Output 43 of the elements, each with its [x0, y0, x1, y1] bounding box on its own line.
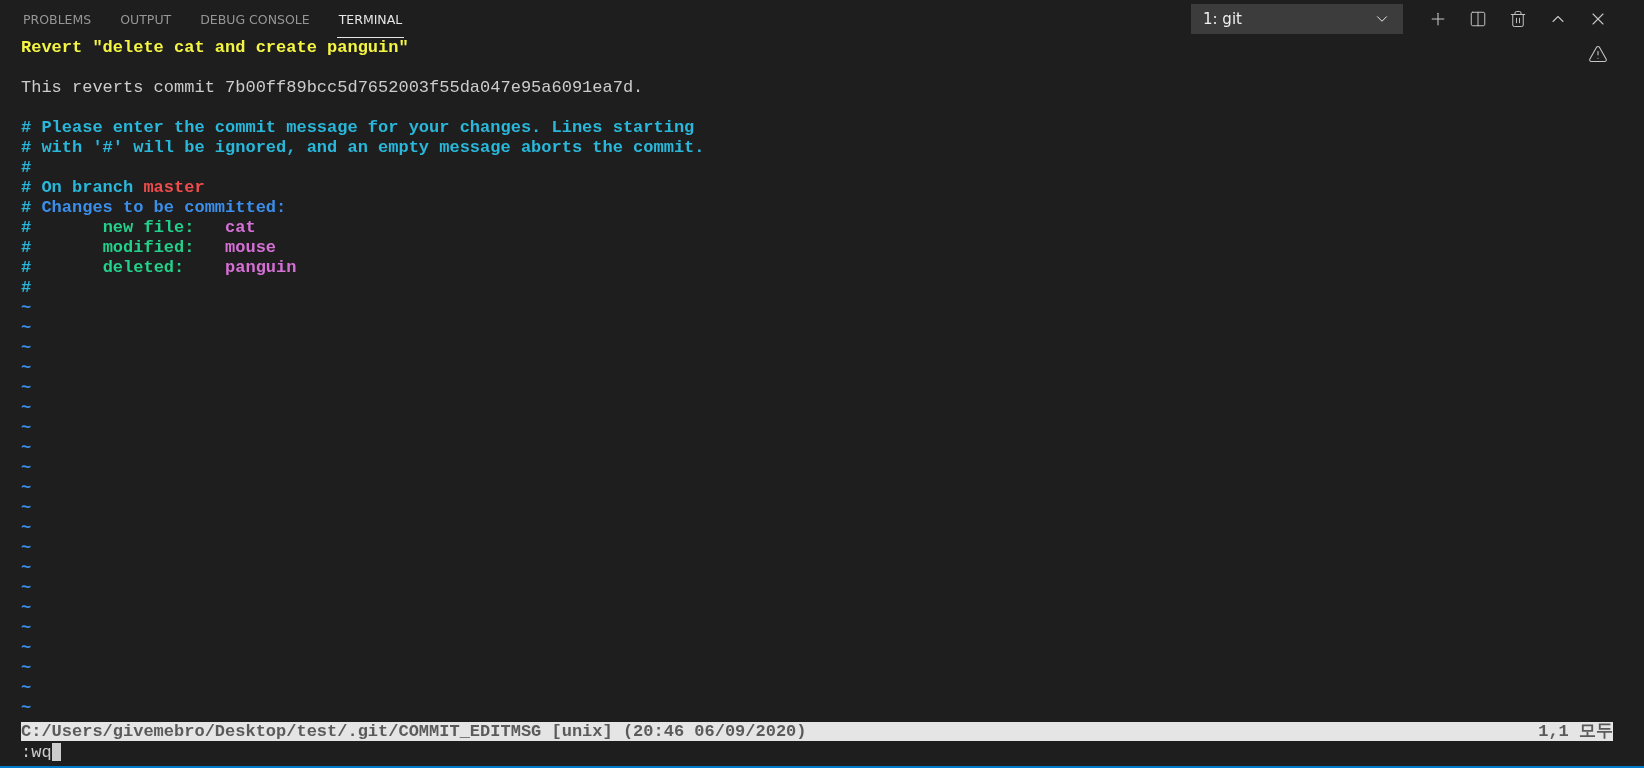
- empty-line-marker: ~: [21, 318, 33, 338]
- empty-line-marker: ~: [21, 638, 33, 658]
- empty-line-marker: ~: [21, 458, 33, 478]
- terminal-line: # On branch master: [21, 178, 206, 198]
- empty-line-marker: ~: [21, 438, 33, 458]
- empty-line-marker: ~: [21, 418, 33, 438]
- empty-line-marker: ~: [21, 598, 33, 618]
- terminal-line: # modified: mouse: [21, 238, 278, 258]
- terminal-line: # Changes to be committed:: [21, 198, 288, 218]
- empty-line-marker: ~: [21, 698, 33, 718]
- empty-line-marker: ~: [21, 478, 33, 498]
- empty-line-marker: ~: [21, 378, 33, 398]
- panel-tab[interactable]: OUTPUT: [118, 0, 174, 38]
- terminal-line: # with '#' will be ignored, and an empty message aborts the commit.: [21, 138, 706, 158]
- empty-line-marker: ~: [21, 618, 33, 638]
- terminal-line: Revert "delete cat and create panguin": [21, 38, 410, 58]
- panel-tab[interactable]: PROBLEMS: [21, 0, 94, 38]
- terminal-line: # deleted: panguin: [21, 258, 298, 278]
- terminal-select[interactable]: 1: git: [1191, 4, 1403, 34]
- empty-line-marker: ~: [21, 658, 33, 678]
- empty-line-marker: ~: [21, 578, 33, 598]
- empty-line-marker: ~: [21, 298, 33, 318]
- empty-line-marker: ~: [21, 678, 33, 698]
- empty-line-marker: ~: [21, 518, 33, 538]
- trash-icon: [1509, 10, 1527, 28]
- cursor-position: 1,1 모두: [1538, 722, 1613, 741]
- empty-line-marker: ~: [21, 358, 33, 378]
- terminal-line: #: [21, 278, 33, 298]
- file-info: C:/Users/givemebro/Desktop/test/.git/COMMIT_EDITMSG [unix] (20:46 06/09/2020): [21, 722, 807, 741]
- empty-line-marker: ~: [21, 338, 33, 358]
- empty-line-marker: ~: [21, 558, 33, 578]
- terminal-line: # Please enter the commit message for your changes. Lines starting: [21, 118, 696, 138]
- warning-icon: [1588, 44, 1608, 64]
- terminal-line: # new file: cat: [21, 218, 257, 238]
- command-line[interactable]: :wq: [21, 741, 1613, 763]
- empty-line-marker: ~: [21, 538, 33, 558]
- empty-line-marker: ~: [21, 398, 33, 418]
- terminal-line: #: [21, 158, 33, 178]
- panel-tab[interactable]: DEBUG CONSOLE: [198, 0, 312, 38]
- panel-tab[interactable]: TERMINAL: [336, 0, 405, 38]
- split-icon: [1469, 10, 1487, 28]
- terminal-line: This reverts commit 7b00ff89bcc5d7652003f55da047e95a6091ea7d.: [21, 78, 645, 98]
- empty-line-marker: ~: [21, 498, 33, 518]
